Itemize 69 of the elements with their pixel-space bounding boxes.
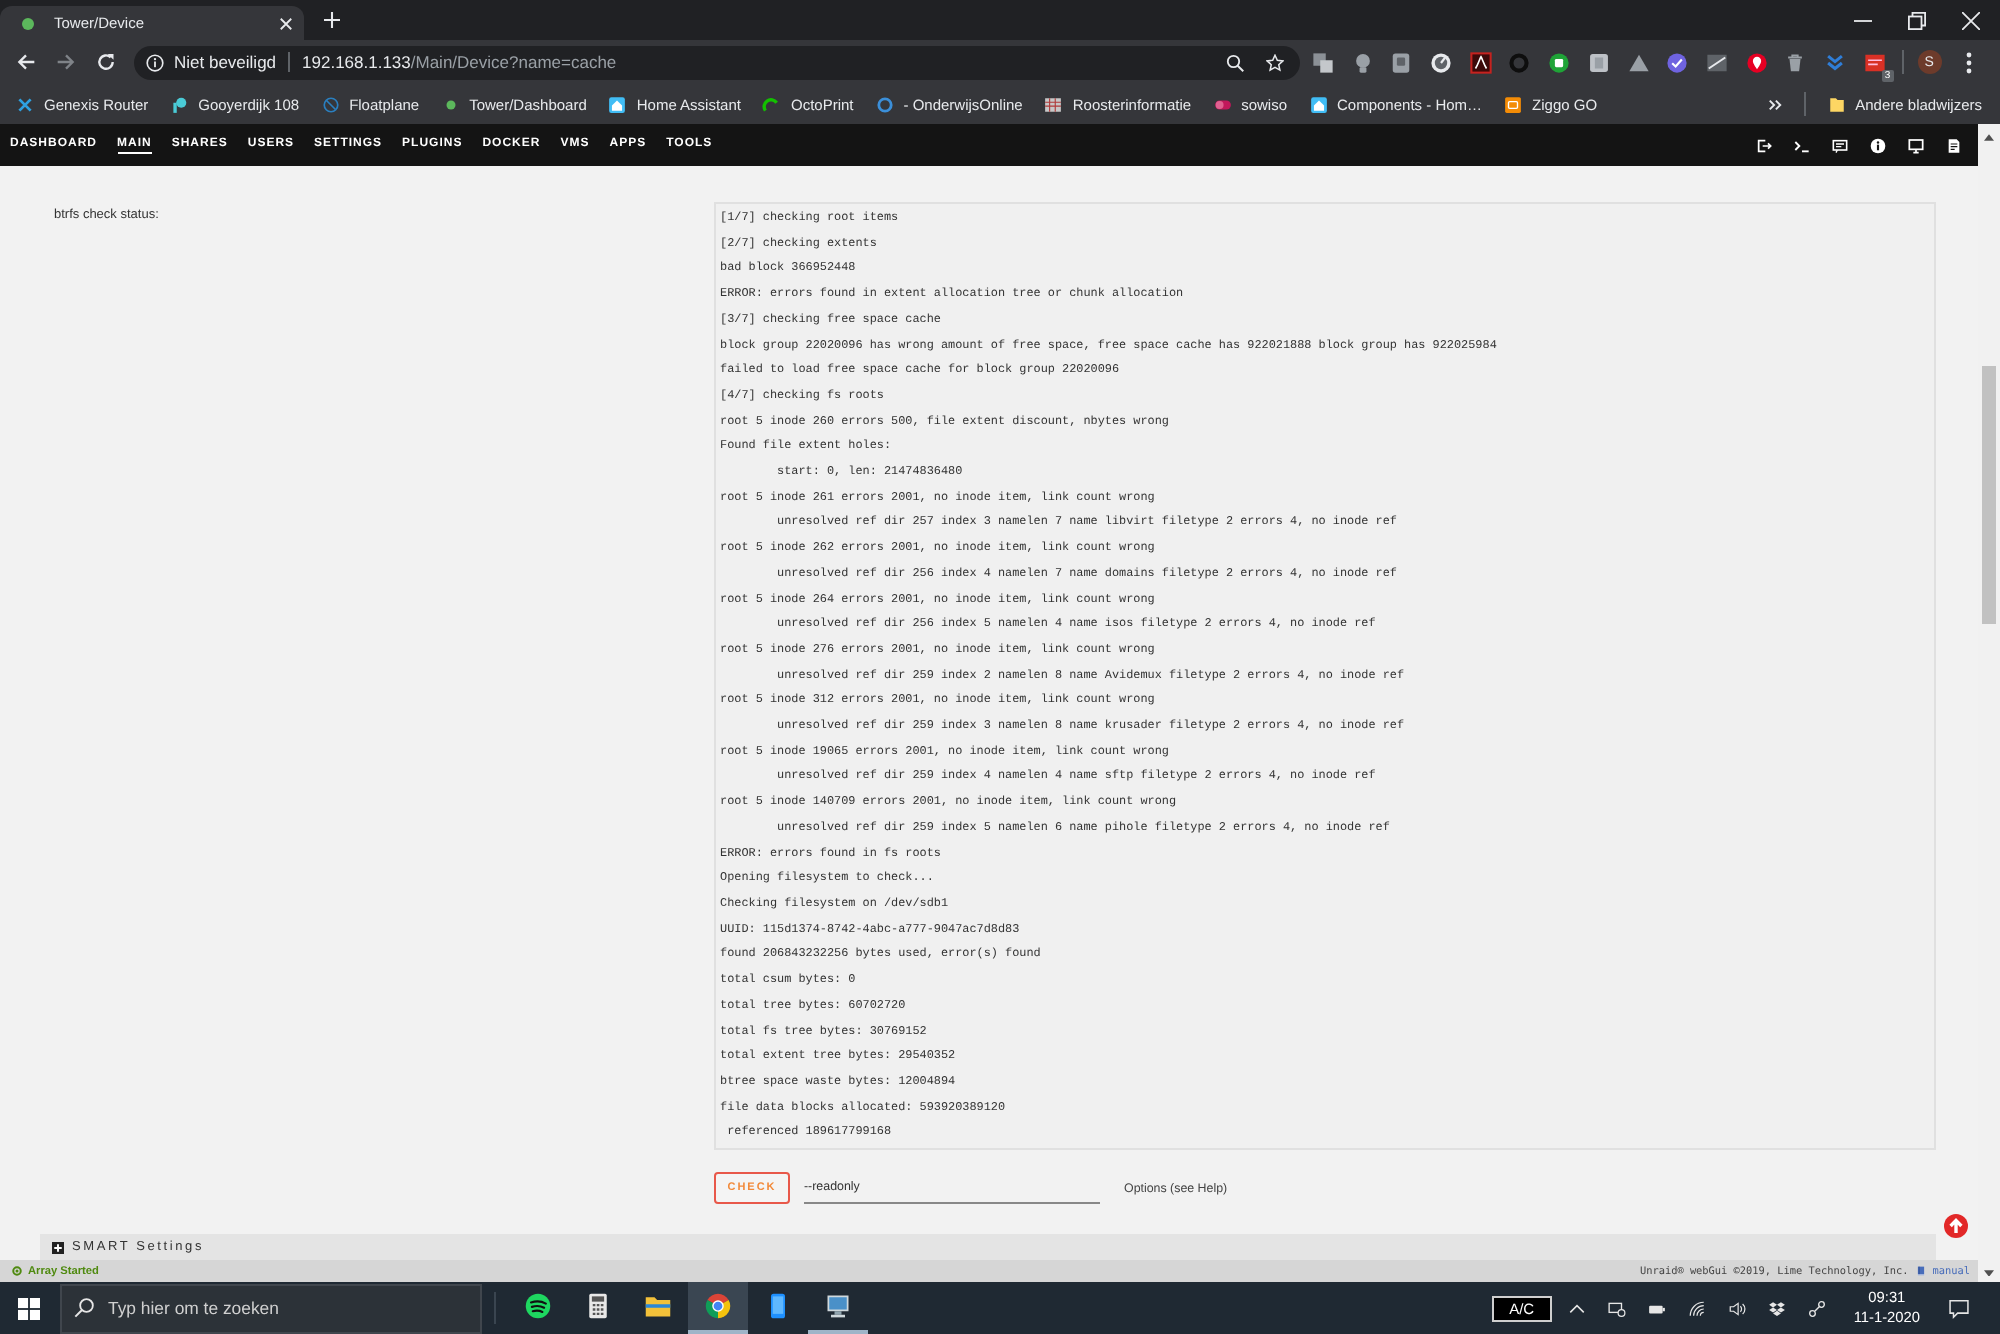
info-icon[interactable]: [146, 53, 164, 71]
grid-icon: [1044, 95, 1063, 113]
security-label: Niet beveiligd: [174, 52, 277, 72]
ring-icon: [12, 1266, 22, 1276]
speech-bubble-icon[interactable]: [1948, 1297, 1970, 1319]
url-text: 192.168.1.133/Main/Device?name=cache: [302, 52, 617, 72]
taskbar-button[interactable]: [688, 1282, 748, 1334]
address-bar[interactable]: Niet beveiligd 192.168.1.133/Main/Device?name=cache: [134, 45, 1300, 79]
monitor-icon: [824, 1292, 852, 1320]
speaker-icon[interactable]: [1727, 1299, 1746, 1317]
slashed-circle-icon: [321, 95, 340, 113]
reload-icon[interactable]: [96, 52, 116, 72]
link-icon[interactable]: [1807, 1299, 1826, 1317]
trash-icon[interactable]: [1784, 51, 1807, 73]
caret-up-icon[interactable]: [1567, 1299, 1586, 1317]
close-icon[interactable]: [280, 17, 292, 29]
close-icon[interactable]: [1962, 11, 1980, 29]
gauge-icon[interactable]: [1430, 51, 1453, 73]
four-squares-icon[interactable]: [18, 1297, 40, 1319]
dot-icon: [22, 17, 34, 29]
book-icon: [1916, 1266, 1927, 1276]
framed-tile-icon[interactable]: [1469, 51, 1492, 73]
ring-icon: [875, 95, 894, 113]
tile-icon: [1504, 95, 1523, 113]
logout-icon[interactable]: [1756, 137, 1772, 153]
triangle-icon[interactable]: [1627, 51, 1649, 73]
house-icon: [1309, 95, 1327, 113]
info-icon[interactable]: [1870, 137, 1886, 153]
tile-icon[interactable]: [1863, 51, 1886, 73]
circle-waves-icon: [524, 1292, 552, 1320]
monitor-icon[interactable]: [1607, 1299, 1626, 1317]
diagonal-line-icon[interactable]: [1705, 51, 1728, 73]
search-field[interactable]: Typ hier om te zoeken: [60, 1283, 482, 1333]
tile-icon[interactable]: [1587, 51, 1610, 73]
caret-down-icon[interactable]: [1984, 1269, 1994, 1276]
double-chevron-icon[interactable]: [1767, 97, 1782, 111]
tricolor-circle-icon: [704, 1292, 732, 1320]
squares-icon[interactable]: [1312, 51, 1334, 73]
pin-icon[interactable]: [1745, 51, 1768, 73]
folder-icon: [644, 1292, 672, 1320]
caret-up-icon[interactable]: [1984, 134, 1994, 141]
bulb-icon[interactable]: [1351, 51, 1374, 73]
forward-icon[interactable]: [56, 52, 76, 72]
scrollbar-thumb[interactable]: [1982, 365, 1996, 623]
star-icon[interactable]: [1266, 53, 1284, 71]
search-icon: [74, 1298, 94, 1318]
diamonds-icon[interactable]: [1767, 1299, 1786, 1317]
chevrons-icon[interactable]: [1823, 51, 1846, 73]
plus-icon[interactable]: [324, 12, 340, 28]
document-icon[interactable]: [1946, 137, 1962, 153]
tile-icon[interactable]: [1390, 51, 1413, 73]
cross-icon: [16, 95, 34, 113]
house-icon: [608, 95, 627, 113]
check-circle-icon[interactable]: [1666, 51, 1689, 73]
restore-icon[interactable]: [1908, 11, 1926, 29]
calculator-icon: [584, 1292, 612, 1320]
search-icon[interactable]: [1226, 53, 1244, 71]
back-icon[interactable]: [16, 52, 36, 72]
terminal-icon[interactable]: [1794, 137, 1810, 153]
folder-icon: [1827, 95, 1846, 113]
monitor-icon[interactable]: [1908, 137, 1924, 153]
arc-icon: [762, 95, 781, 113]
wifi-icon[interactable]: [1687, 1299, 1706, 1317]
dot-icon: [441, 95, 460, 113]
circle-stem-icon: [170, 95, 189, 113]
message-icon[interactable]: [1832, 137, 1848, 153]
arrow-up-icon[interactable]: [1944, 1214, 1968, 1238]
pill-icon: [1213, 95, 1232, 113]
more-icon[interactable]: [1965, 51, 1972, 73]
